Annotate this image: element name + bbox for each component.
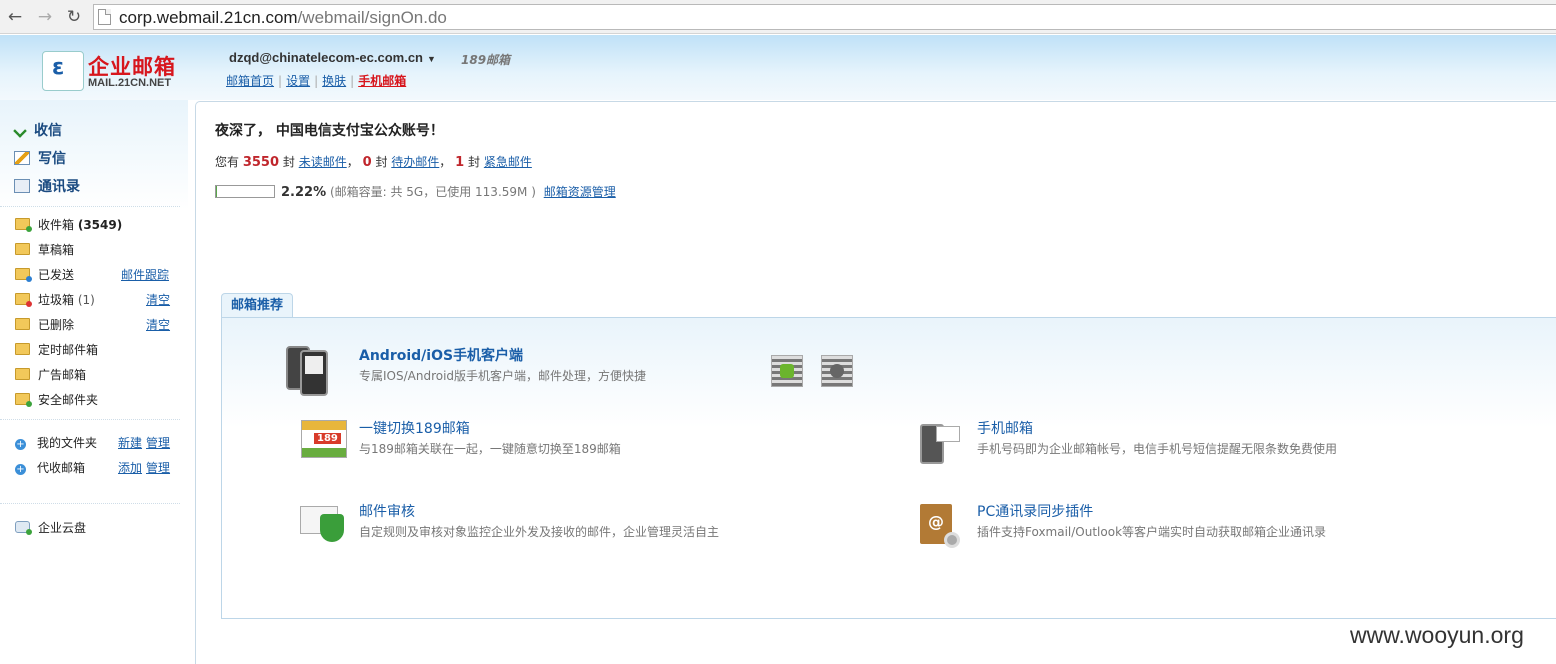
folder-icon — [15, 218, 32, 232]
switch-189-desc: 与189邮箱关联在一起，一键随意切换至189邮箱 — [359, 442, 621, 456]
manage-proxy-link[interactable]: 管理 — [146, 459, 170, 476]
unread-count: 3550 — [242, 155, 280, 170]
urgent-mail-link[interactable]: 紧急邮件 — [484, 155, 532, 169]
sidebar-item-compose[interactable]: 写信 — [14, 148, 66, 168]
top-nav: 邮箱首页 | 设置 | 换肤 | 手机邮箱 — [226, 74, 407, 88]
mobile-mail-icon[interactable] — [920, 420, 962, 464]
plus-icon: + — [15, 439, 26, 450]
header: ε 企业邮箱 MAIL.21CN.NET dzqd@chinatelecom-e… — [0, 35, 1556, 100]
inbox-arrow-icon — [13, 124, 27, 138]
sidebar-item-receive[interactable]: 收信 — [13, 120, 62, 140]
greeting: 夜深了， 中国电信支付宝公众账号！ — [215, 123, 444, 139]
main-content: 夜深了， 中国电信支付宝公众账号！ 您有 3550 封 未读邮件， 0 封 待办… — [195, 101, 1556, 664]
mail-stats: 您有 3550 封 未读邮件， 0 封 待办邮件， 1 封 紧急邮件 — [215, 155, 532, 170]
compose-icon — [14, 151, 30, 165]
folder-icon — [15, 293, 32, 307]
apple-qr-icon[interactable] — [821, 355, 853, 387]
todo-count: 0 — [362, 155, 372, 170]
folder-inbox[interactable]: 收件箱 (3549) — [15, 216, 122, 232]
unread-mail-link[interactable]: 未读邮件 — [299, 155, 347, 169]
quota-detail: (邮箱容量: 共 5G，已使用 113.59M ) — [329, 185, 536, 199]
add-proxy-link[interactable]: 添加 — [118, 459, 142, 476]
mobile-client-icon[interactable] — [286, 344, 332, 396]
folder-icon — [15, 318, 30, 330]
folder-drafts[interactable]: 草稿箱 — [15, 241, 74, 257]
forward-icon[interactable]: → — [35, 7, 55, 27]
mobile-client-desc: 专属IOS/Android版手机客户端，邮件处理，方便快捷 — [359, 369, 647, 383]
plus-icon: + — [15, 464, 26, 475]
sidebar-item-contacts[interactable]: 通讯录 — [14, 176, 80, 196]
enterprise-cloud-disk[interactable]: 企业云盘 — [15, 519, 86, 535]
mail-audit-title[interactable]: 邮件审核 — [359, 501, 415, 521]
folder-icon — [15, 343, 30, 355]
folder-ads[interactable]: 广告邮箱 — [15, 366, 86, 382]
tab-recommend[interactable]: 邮箱推荐 — [221, 293, 293, 318]
contacts-icon — [14, 179, 30, 193]
my-folders[interactable]: + 我的文件夹 — [15, 434, 97, 450]
proxy-mailbox[interactable]: + 代收邮箱 — [15, 459, 85, 475]
brand-189-logo[interactable]: 189邮箱 — [461, 51, 510, 68]
watermark: www.wooyun.org — [1350, 622, 1524, 648]
mail-tracking-link[interactable]: 邮件跟踪 — [121, 266, 169, 283]
folder-sent[interactable]: 已发送 — [15, 266, 74, 282]
contacts-sync-title[interactable]: PC通讯录同步插件 — [977, 501, 1093, 521]
address-book-sync-icon[interactable]: @ — [920, 504, 962, 550]
folder-spam[interactable]: 垃圾箱 (1) — [15, 291, 95, 307]
mobile-mail-desc: 手机号码即为企业邮箱帐号，电信手机号短信提醒无限条数免费使用 — [977, 442, 1338, 456]
todo-mail-link[interactable]: 待办邮件 — [391, 155, 439, 169]
chevron-down-icon: ▼ — [427, 54, 436, 64]
quota-percent: 2.22% — [281, 185, 327, 200]
folder-secure[interactable]: 安全邮件夹 — [15, 391, 98, 407]
folder-icon — [15, 243, 30, 255]
storage-quota: 2.22% (邮箱容量: 共 5G，已使用 113.59M ) 邮箱资源管理 — [215, 183, 616, 200]
mobile-mail-title[interactable]: 手机邮箱 — [977, 418, 1033, 438]
url-text: corp.webmail.21cn.com/webmail/signOn.do — [119, 8, 447, 27]
browser-toolbar: ← → ↻ corp.webmail.21cn.com/webmail/sign… — [0, 0, 1556, 34]
urgent-count: 1 — [455, 155, 465, 170]
folder-icon — [15, 268, 32, 282]
calendar-189-icon[interactable]: 189 — [301, 420, 347, 458]
china-telecom-logo: ε — [42, 51, 84, 91]
nav-skin-link[interactable]: 换肤 — [322, 74, 346, 88]
nav-mobile-mail-link[interactable]: 手机邮箱 — [358, 74, 406, 88]
logo-subtitle: MAIL.21CN.NET — [88, 77, 172, 89]
quota-progress-bar — [215, 185, 275, 198]
empty-deleted-link[interactable]: 清空 — [146, 316, 170, 333]
back-icon[interactable]: ← — [5, 7, 25, 27]
cloud-disk-icon — [15, 521, 32, 535]
nav-home-link[interactable]: 邮箱首页 — [226, 74, 274, 88]
switch-189-title[interactable]: 一键切换189邮箱 — [359, 418, 470, 438]
mobile-client-title[interactable]: Android/iOS手机客户端 — [359, 345, 523, 365]
manage-folders-link[interactable]: 管理 — [146, 434, 170, 451]
sidebar: 收信 写信 通讯录 收件箱 (3549) 草稿箱 已发送 邮件跟踪 垃圾箱 (1… — [0, 100, 188, 664]
address-bar[interactable]: corp.webmail.21cn.com/webmail/signOn.do — [93, 4, 1556, 30]
storage-manage-link[interactable]: 邮箱资源管理 — [544, 185, 616, 199]
mail-audit-desc: 自定规则及审核对象监控企业外发及接收的邮件，企业管理灵活自主 — [359, 525, 720, 539]
folder-scheduled[interactable]: 定时邮件箱 — [15, 341, 98, 357]
reload-icon[interactable]: ↻ — [64, 7, 84, 27]
account-switcher[interactable]: dzqd@chinatelecom-ec.com.cn ▼ — [229, 50, 436, 65]
mail-audit-shield-icon[interactable] — [300, 500, 346, 542]
folder-icon — [15, 368, 30, 380]
folder-icon — [15, 393, 32, 407]
page-icon — [98, 9, 111, 25]
contacts-sync-desc: 插件支持Foxmail/Outlook等客户端实时自动获取邮箱企业通讯录 — [977, 525, 1327, 539]
folder-deleted[interactable]: 已删除 — [15, 316, 74, 332]
new-folder-link[interactable]: 新建 — [118, 434, 142, 451]
empty-spam-link[interactable]: 清空 — [146, 291, 170, 308]
android-qr-icon[interactable] — [771, 355, 803, 387]
nav-settings-link[interactable]: 设置 — [286, 74, 310, 88]
